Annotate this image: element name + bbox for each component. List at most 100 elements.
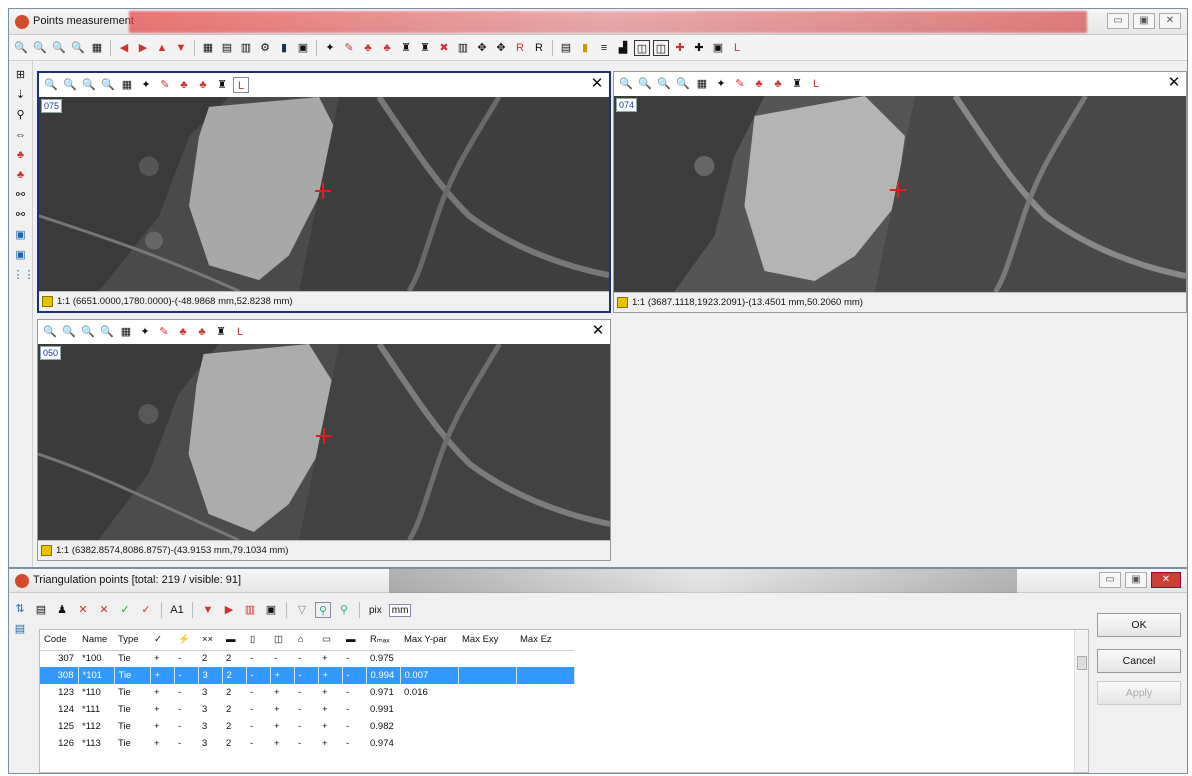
point-red-alt-icon[interactable]: ♣ [13,167,29,183]
point-icon[interactable]: ♣ [175,324,191,340]
zoom-out-icon[interactable]: 🔍 [637,76,653,92]
close-button[interactable]: ✕ [1151,572,1181,588]
aerial-image[interactable]: 075 [39,97,609,291]
column-header[interactable]: ⌂ [294,630,318,651]
export-icon[interactable]: ▶ [221,602,237,618]
zoom-icon[interactable]: 🔍 [43,77,59,93]
rename-icon[interactable]: A1 [169,602,185,618]
delete-icon[interactable]: ✕ [75,602,91,618]
table-row[interactable]: 126 *113 Tie + - 3 2 - + - + - 0.974 [40,735,574,752]
aerial-image[interactable]: 050 [38,344,610,540]
column-header[interactable]: ▬ [222,630,246,651]
report-icon[interactable]: ▥ [242,602,258,618]
measure-alt-icon[interactable]: ✥ [493,40,509,56]
image-pane-075[interactable]: 🔍 🔍 🔍 🔍 ▦ ✦ ✎ ♣ ♣ ♜ L ✕ 075 1:1 (6651.00… [37,71,611,313]
binoculars-icon[interactable]: ♟ [54,602,70,618]
grid-icon[interactable]: ▦ [89,40,105,56]
close-button[interactable]: ✕ [1159,13,1181,29]
brush-icon[interactable]: ♜ [213,324,229,340]
folder-icon[interactable]: ▮ [577,40,593,56]
link-icon[interactable]: ⚙ [257,40,273,56]
cancel-button[interactable]: Cancel [1097,649,1181,673]
point-alt-icon[interactable]: ♣ [194,324,210,340]
image-pane-074[interactable]: 🔍 🔍 🔍 🔍 ▦ ✦ ✎ ♣ ♣ ♜ L ✕ 074 1:1 (3687.11… [613,71,1187,313]
zoom-in-icon[interactable]: 🔍 [51,40,67,56]
add-point-icon[interactable]: ✦ [322,40,338,56]
apply-button[interactable]: Apply [1097,681,1181,705]
point-alt-icon[interactable]: ♣ [770,76,786,92]
layout-alt-icon[interactable]: ▤ [219,40,235,56]
check-icon[interactable]: ✓ [117,602,133,618]
grid-small-icon[interactable]: ⋮⋮ [13,267,35,283]
import-icon[interactable]: ▼ [200,602,216,618]
document-icon[interactable]: ▤ [33,602,49,618]
copy-alt-icon[interactable]: ▣ [13,247,29,263]
measure-icon[interactable]: ✥ [474,40,490,56]
marker-icon[interactable]: ✚ [672,40,688,56]
vertical-scrollbar[interactable] [1074,630,1088,772]
grid-icon[interactable]: ▦ [694,76,710,92]
filter-icon[interactable]: ▤ [12,621,28,637]
marker-alt-icon[interactable]: ✚ [691,40,707,56]
pane-close-icon[interactable]: ✕ [1166,75,1182,91]
check-alt-icon[interactable]: ✓ [138,602,154,618]
zoom-out-icon[interactable]: 🔍 [32,40,48,56]
copy-icon[interactable]: ▣ [13,227,29,243]
add-point-icon[interactable]: ✦ [137,324,153,340]
pen-icon[interactable]: ✎ [341,40,357,56]
column-header[interactable]: Rₘₐₓ [366,630,400,651]
column-header[interactable]: Code [40,630,78,651]
list-icon[interactable]: ≡ [596,40,612,56]
column-header[interactable]: Max Ez [516,630,574,651]
select-icon[interactable]: ▥ [238,40,254,56]
table-icon[interactable]: ▥ [455,40,471,56]
copy-icon[interactable]: ▣ [263,602,279,618]
layout-icon[interactable]: ▦ [200,40,216,56]
point-red-icon[interactable]: ♣ [13,147,29,163]
brush-alt-icon[interactable]: ♜ [417,40,433,56]
column-header[interactable]: ◫ [270,630,294,651]
table-row[interactable]: 125 *112 Tie + - 3 2 - + - + - 0.982 [40,718,574,735]
point-icon[interactable]: ♣ [360,40,376,56]
table-row[interactable]: 307 *100 Tie + - 2 2 - - - + - 0.975 [40,650,574,667]
zoom-fit-icon[interactable]: 🔍 [70,40,86,56]
anchor-icon[interactable]: ⚲ [13,107,29,123]
point-alt-icon[interactable]: ♣ [379,40,395,56]
doc-icon[interactable]: ▤ [558,40,574,56]
image-pane-050[interactable]: 🔍 🔍 🔍 🔍 ▦ ✦ ✎ ♣ ♣ ♜ L ✕ 050 1:1 (6382.85… [37,319,611,561]
link-h-icon[interactable]: ⇔ [13,127,29,143]
column-header[interactable]: Type [114,630,150,651]
unit-pix-toggle[interactable]: pix [367,605,384,616]
brush-icon[interactable]: ♜ [214,77,230,93]
dual-view-alt-icon[interactable]: ◫ [653,39,669,56]
add-point-icon[interactable]: ✦ [138,77,154,93]
column-header[interactable]: ×× [198,630,222,651]
grid-icon[interactable]: ▦ [119,77,135,93]
pin-icon[interactable]: ⚲ [315,602,331,618]
table-row[interactable]: 124 *111 Tie + - 3 2 - + - + - 0.991 [40,701,574,718]
zoom-in-icon[interactable]: 🔍 [81,77,97,93]
arrow-right-icon[interactable]: ▶ [135,40,151,56]
move-icon[interactable]: ⇣ [13,87,29,103]
funnel-icon[interactable]: ▽ [294,602,310,618]
pen-icon[interactable]: ✎ [157,77,173,93]
zoom-in-icon[interactable]: 🔍 [80,324,96,340]
zoom-out-icon[interactable]: 🔍 [62,77,78,93]
arrow-left-icon[interactable]: ◀ [116,40,132,56]
zoom-out-icon[interactable]: 🔍 [61,324,77,340]
image-icon[interactable]: ▣ [295,40,311,56]
point-icon[interactable]: ♣ [751,76,767,92]
pen-icon[interactable]: ✎ [732,76,748,92]
l-icon[interactable]: L [808,76,824,92]
column-header[interactable]: ▯ [246,630,270,651]
scroll-thumb[interactable] [1077,656,1087,670]
sort-icon[interactable]: ⇅ [12,601,28,617]
zoom-icon[interactable]: 🔍 [42,324,58,340]
pen-icon[interactable]: ✎ [156,324,172,340]
arrow-down-icon[interactable]: ▼ [173,40,189,56]
brush-icon[interactable]: ♜ [789,76,805,92]
l-icon[interactable]: L [232,324,248,340]
filter-icon[interactable]: ⚯ [13,187,29,203]
minimize-button[interactable]: ▭ [1099,572,1121,588]
group-icon[interactable]: ⚯ [13,207,29,223]
